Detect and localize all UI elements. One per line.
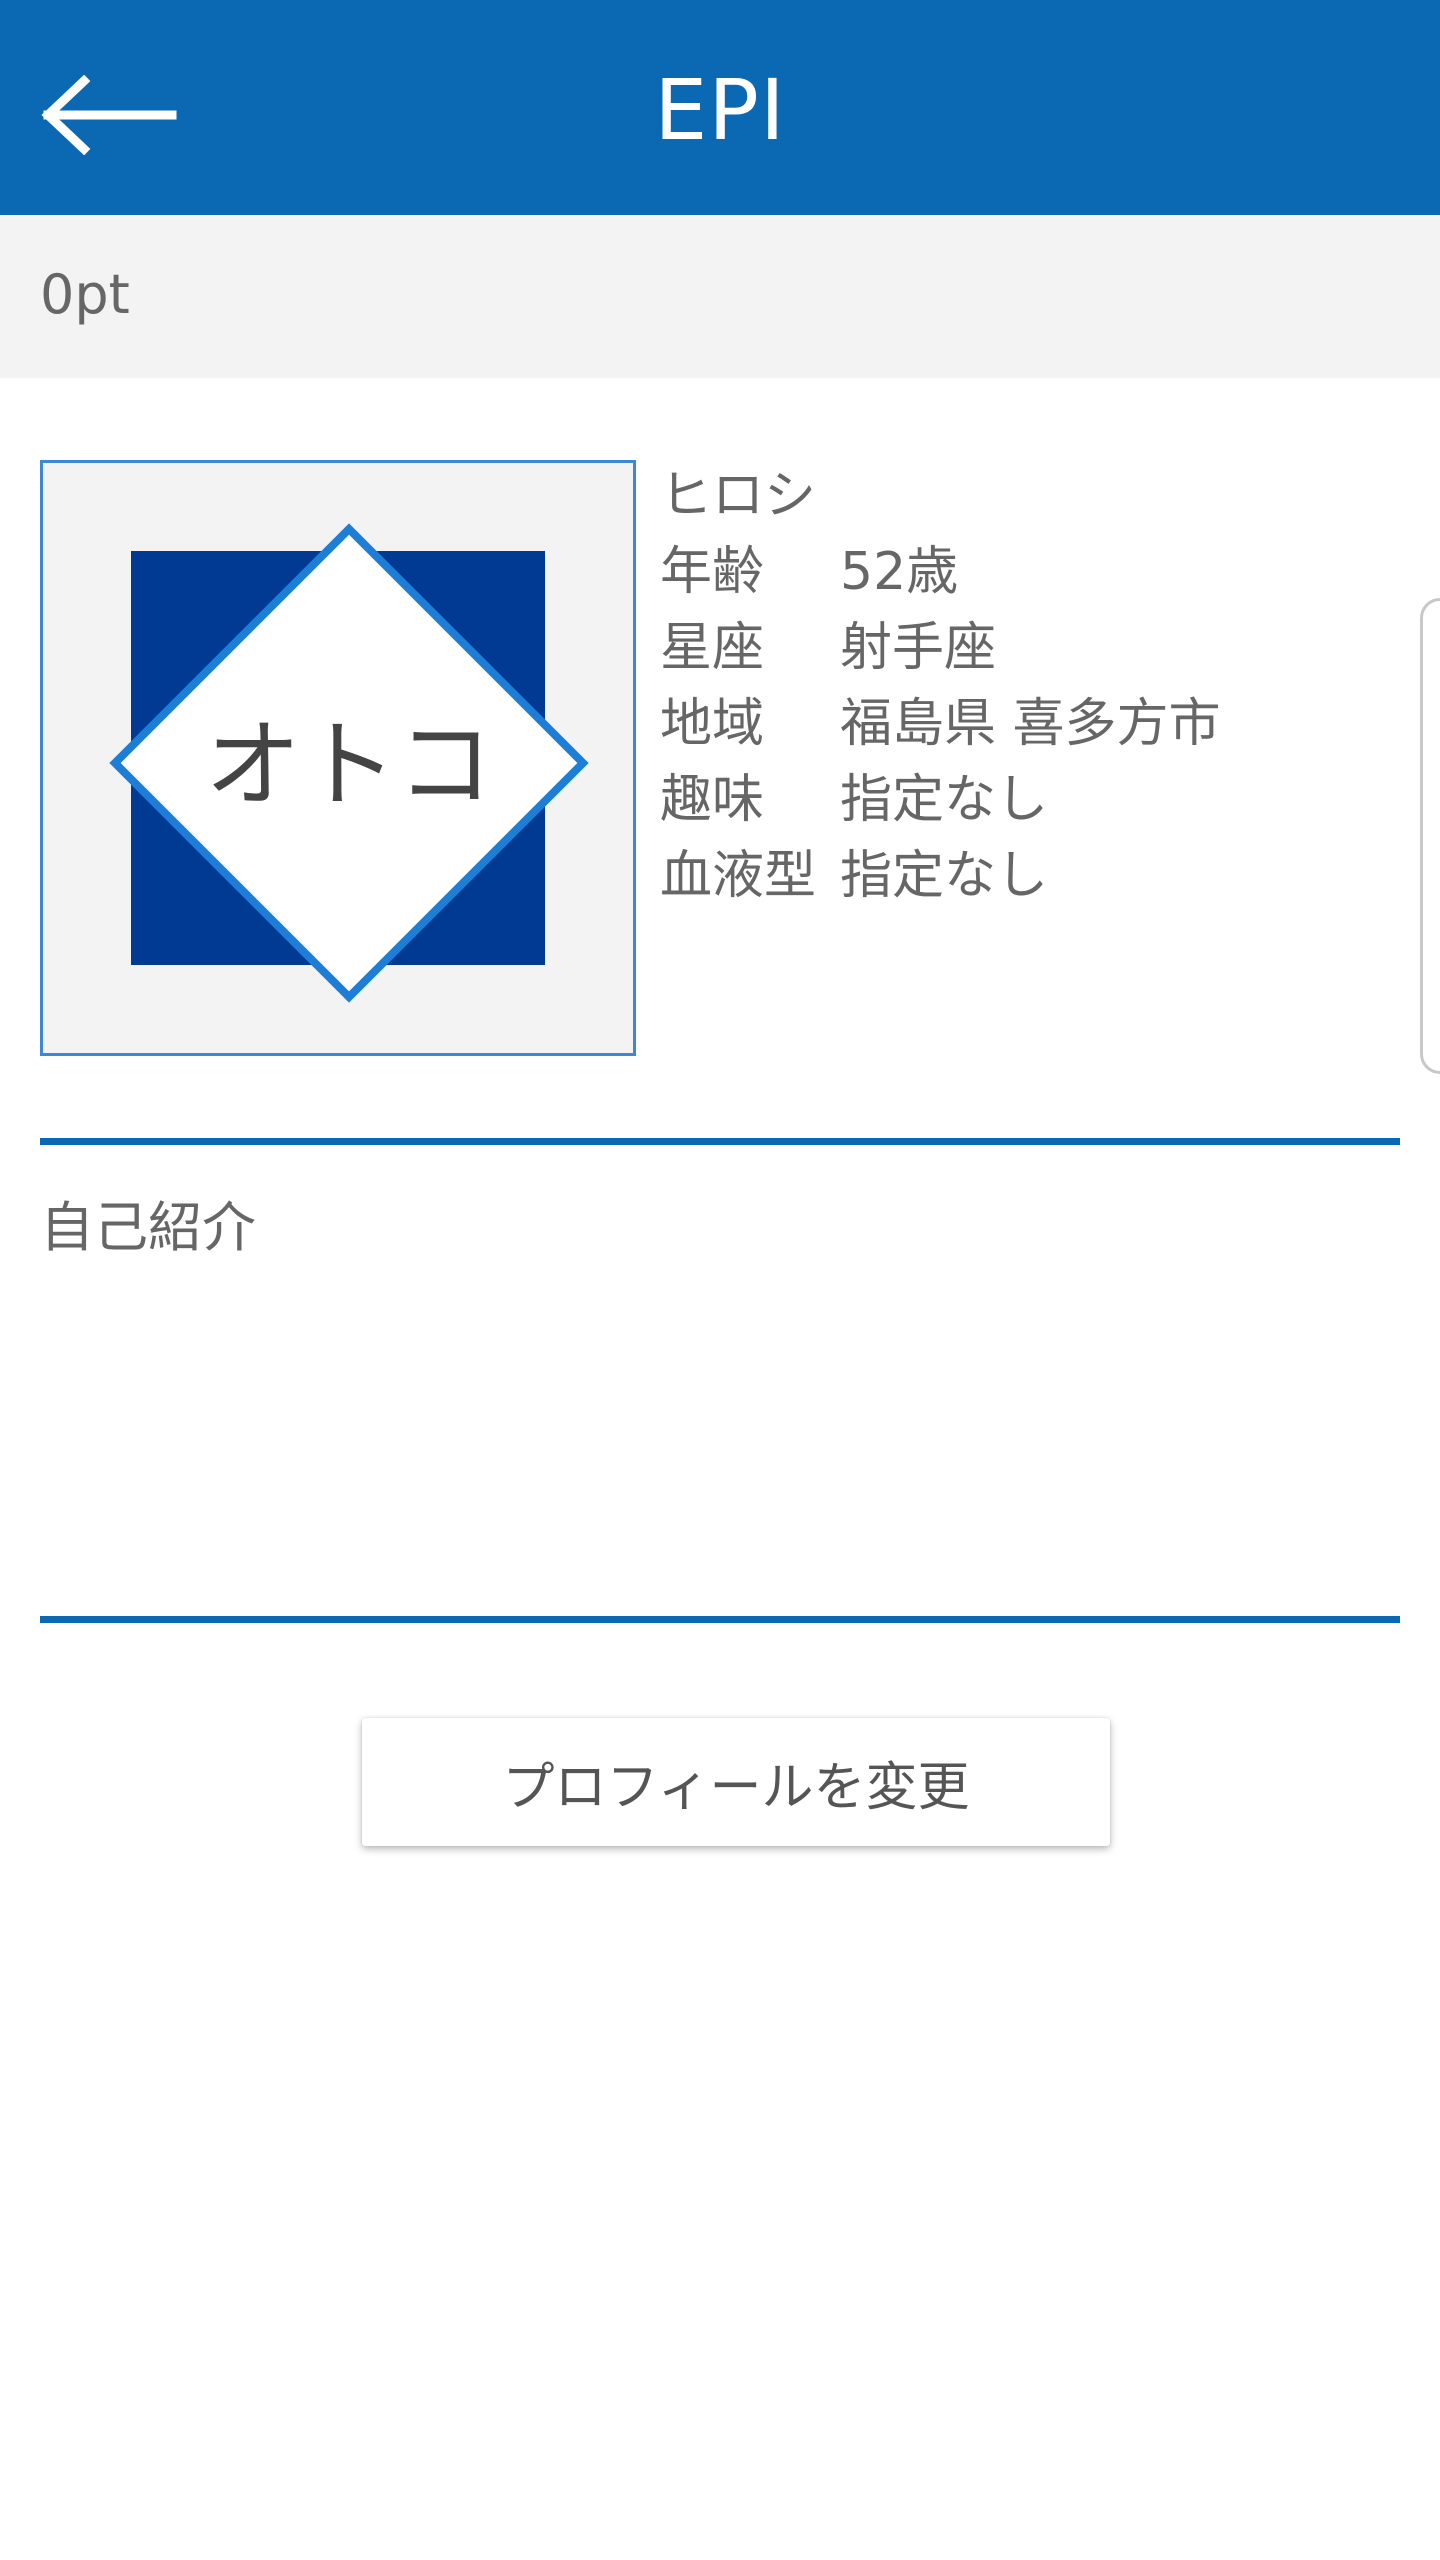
- field-label: 星座: [660, 618, 765, 678]
- points-value: 0pt: [40, 263, 130, 326]
- profile-field-region: 地域 福島県 喜多方市: [660, 686, 1300, 762]
- points-bar: 0pt: [0, 215, 1440, 378]
- avatar-placeholder-image: オトコ: [109, 523, 589, 1003]
- self-intro-heading: 自己紹介: [40, 1196, 256, 1259]
- profile-field-hobby: 趣味 指定なし: [660, 762, 1300, 838]
- field-value: 指定なし: [840, 846, 1049, 906]
- edge-panel-handle[interactable]: [1420, 598, 1440, 1074]
- page-title: EPI: [654, 61, 786, 159]
- field-value: 52歳: [840, 542, 959, 602]
- self-intro-text: [40, 1280, 1400, 1580]
- section-divider-bottom: [40, 1616, 1400, 1623]
- profile-field-blood-type: 血液型 指定なし: [660, 838, 1300, 914]
- section-divider-top: [40, 1138, 1400, 1145]
- edit-profile-button[interactable]: プロフィールを変更: [362, 1718, 1110, 1846]
- field-label: 血液型: [660, 846, 817, 906]
- field-value: 福島県 喜多方市: [840, 694, 1221, 754]
- profile-info: ヒロシ 年齢 52歳 星座 射手座 地域 福島県 喜多方市 趣味 指定なし 血液…: [660, 458, 1300, 914]
- field-label: 地域: [660, 694, 765, 754]
- profile-field-zodiac: 星座 射手座: [660, 610, 1300, 686]
- profile-name: ヒロシ: [660, 466, 817, 526]
- profile-field-age: 年齢 52歳: [660, 534, 1300, 610]
- field-label: 趣味: [660, 770, 765, 830]
- avatar-label: オトコ: [205, 709, 493, 821]
- field-value: 射手座: [840, 618, 997, 678]
- field-label: 年齢: [660, 542, 765, 602]
- field-value: 指定なし: [840, 770, 1049, 830]
- avatar[interactable]: オトコ: [40, 460, 636, 1056]
- app-bar: EPI: [0, 0, 1440, 215]
